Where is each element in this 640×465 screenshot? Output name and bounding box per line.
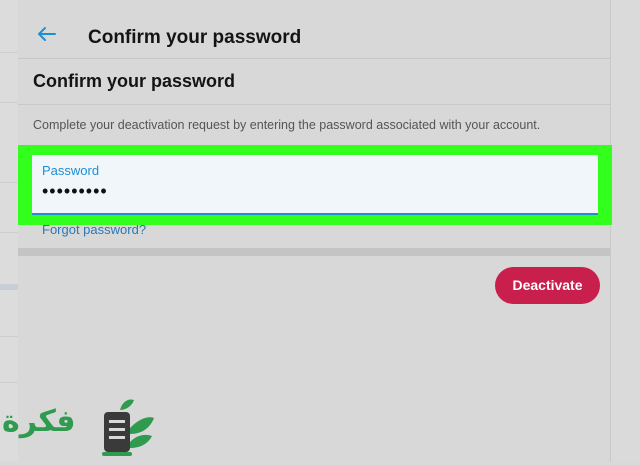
logo-watermark: فكرة <box>0 394 160 462</box>
description-text: Complete your deactivation request by en… <box>33 118 541 132</box>
password-highlight-box: Password ••••••••• <box>18 145 612 225</box>
left-sidebar <box>0 0 19 462</box>
book-leaf-icon <box>100 398 156 465</box>
password-input[interactable]: ••••••••• <box>42 181 108 202</box>
page-title: Confirm your password <box>88 27 302 48</box>
divider-band <box>18 248 610 256</box>
divider <box>18 104 610 105</box>
sidebar-highlight <box>0 284 18 290</box>
section-title: Confirm your password <box>33 71 236 91</box>
logo-text: فكرة <box>2 404 76 439</box>
password-label: Password <box>42 163 100 178</box>
header: Confirm your password <box>18 6 610 59</box>
deactivate-button[interactable]: Deactivate <box>495 267 600 304</box>
arrow-left-icon[interactable] <box>36 26 58 42</box>
right-panel <box>611 0 640 462</box>
password-field[interactable]: Password ••••••••• <box>32 155 598 215</box>
main-column: Confirm your password Confirm your passw… <box>18 0 611 462</box>
